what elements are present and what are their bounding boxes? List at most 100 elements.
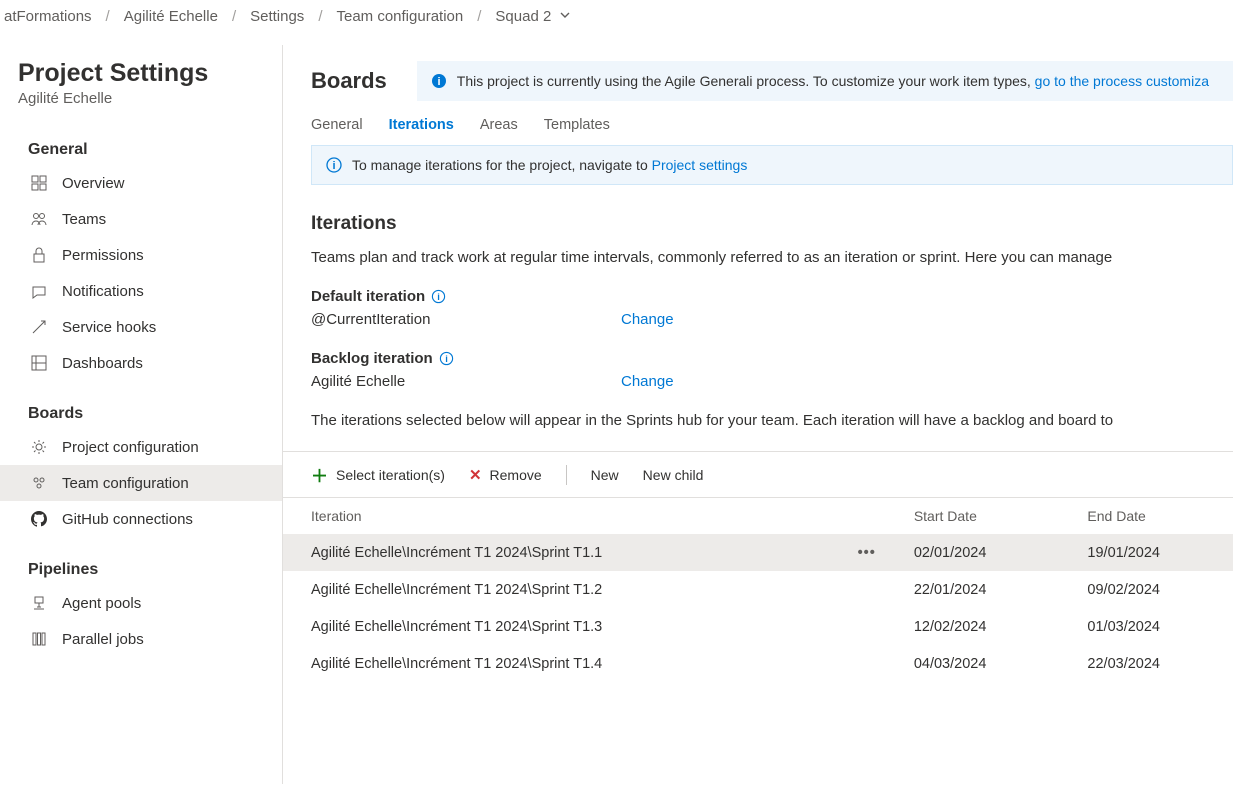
- cell-iteration: Agilité Echelle\Incrément T1 2024\Sprint…: [283, 571, 830, 608]
- tab-iterations[interactable]: Iterations: [389, 117, 454, 135]
- change-default-iteration-button[interactable]: Change: [621, 311, 674, 328]
- sidebar-item-notifications[interactable]: Notifications: [0, 273, 282, 309]
- tabs: General Iterations Areas Templates: [283, 101, 1233, 145]
- section-description: Teams plan and track work at regular tim…: [311, 249, 1205, 266]
- sidebar-item-github-connections[interactable]: GitHub connections: [0, 501, 282, 537]
- table-row[interactable]: Agilité Echelle\Incrément T1 2024\Sprint…: [283, 645, 1233, 682]
- cell-end-date: 09/02/2024: [1059, 571, 1233, 608]
- teams-icon: [30, 210, 48, 228]
- tab-areas[interactable]: Areas: [480, 117, 518, 135]
- info-icon[interactable]: i: [431, 289, 446, 304]
- sidebar-item-service-hooks[interactable]: Service hooks: [0, 309, 282, 345]
- sidebar-item-team-configuration[interactable]: Team configuration: [0, 465, 282, 501]
- cell-start-date: 22/01/2024: [886, 571, 1060, 608]
- breadcrumb: atFormations / Agilité Echelle / Setting…: [0, 0, 1233, 45]
- gear-icon: [30, 438, 48, 456]
- toolbar-label: New child: [643, 467, 704, 483]
- sidebar-group-general: General: [0, 133, 282, 165]
- dashboards-icon: [30, 354, 48, 372]
- tab-templates[interactable]: Templates: [544, 117, 610, 135]
- change-backlog-iteration-button[interactable]: Change: [621, 373, 674, 390]
- backlog-iteration-value: Agilité Echelle: [311, 373, 621, 390]
- content-title: Boards: [311, 68, 387, 94]
- iterations-selected-description: The iterations selected below will appea…: [311, 412, 1205, 429]
- main-content: Boards i This project is currently using…: [283, 45, 1233, 784]
- cell-start-date: 12/02/2024: [886, 608, 1060, 645]
- chevron-down-icon: [559, 8, 571, 25]
- nav-label: Permissions: [62, 247, 144, 264]
- close-icon: ✕: [469, 466, 482, 484]
- project-subtitle: Agilité Echelle: [0, 90, 282, 133]
- iterations-table: Iteration Start Date End Date Agilité Ec…: [283, 498, 1233, 682]
- sidebar-item-agent-pools[interactable]: Agent pools: [0, 585, 282, 621]
- cell-iteration: Agilité Echelle\Incrément T1 2024\Sprint…: [283, 645, 830, 682]
- notifications-icon: [30, 282, 48, 300]
- cell-end-date: 01/03/2024: [1059, 608, 1233, 645]
- sidebar-item-permissions[interactable]: Permissions: [0, 237, 282, 273]
- nav-label: Dashboards: [62, 355, 143, 372]
- sidebar-item-project-configuration[interactable]: Project configuration: [0, 429, 282, 465]
- nav-label: GitHub connections: [62, 511, 193, 528]
- cell-actions: [830, 571, 886, 608]
- section-header: Iterations: [311, 213, 1205, 235]
- table-row[interactable]: Agilité Echelle\Incrément T1 2024\Sprint…: [283, 534, 1233, 571]
- page-title: Project Settings: [0, 49, 282, 90]
- more-icon[interactable]: •••: [858, 545, 876, 561]
- cell-iteration: Agilité Echelle\Incrément T1 2024\Sprint…: [283, 608, 830, 645]
- nav-label: Notifications: [62, 283, 144, 300]
- breadcrumb-separator: /: [232, 8, 236, 25]
- sidebar-item-dashboards[interactable]: Dashboards: [0, 345, 282, 381]
- tab-general[interactable]: General: [311, 117, 363, 135]
- sidebar-group-boards: Boards: [0, 397, 282, 429]
- nav-label: Parallel jobs: [62, 631, 144, 648]
- breadcrumb-item[interactable]: atFormations: [4, 8, 92, 25]
- svg-text:i: i: [437, 292, 440, 302]
- info-icon: i: [431, 73, 447, 89]
- breadcrumb-item[interactable]: Settings: [250, 8, 304, 25]
- select-iterations-button[interactable]: ＋ Select iteration(s): [311, 462, 445, 487]
- backlog-iteration-label: Backlog iteration: [311, 350, 433, 367]
- project-settings-link[interactable]: Project settings: [652, 157, 748, 173]
- manage-iterations-banner: i To manage iterations for the project, …: [311, 145, 1233, 185]
- process-customization-link[interactable]: go to the process customiza: [1035, 73, 1209, 89]
- info-icon[interactable]: i: [439, 351, 454, 366]
- cell-end-date: 19/01/2024: [1059, 534, 1233, 571]
- banner-text: To manage iterations for the project, na…: [352, 157, 747, 173]
- nav-label: Team configuration: [62, 475, 189, 492]
- table-header-start-date[interactable]: Start Date: [886, 498, 1060, 534]
- toolbar-label: Select iteration(s): [336, 467, 445, 483]
- breadcrumb-separator: /: [477, 8, 481, 25]
- banner-text: This project is currently using the Agil…: [457, 73, 1209, 89]
- cell-actions: [830, 608, 886, 645]
- agent-pools-icon: [30, 594, 48, 612]
- table-row[interactable]: Agilité Echelle\Incrément T1 2024\Sprint…: [283, 571, 1233, 608]
- nav-label: Overview: [62, 175, 125, 192]
- breadcrumb-item[interactable]: Team configuration: [336, 8, 463, 25]
- sidebar-item-teams[interactable]: Teams: [0, 201, 282, 237]
- toolbar-divider: [566, 465, 567, 485]
- plus-icon: ＋: [311, 462, 328, 487]
- remove-button[interactable]: ✕ Remove: [469, 466, 542, 484]
- default-iteration-value: @CurrentIteration: [311, 311, 621, 328]
- cell-actions: •••: [830, 534, 886, 571]
- breadcrumb-item-current[interactable]: Squad 2: [495, 8, 571, 25]
- table-row[interactable]: Agilité Echelle\Incrément T1 2024\Sprint…: [283, 608, 1233, 645]
- cell-start-date: 04/03/2024: [886, 645, 1060, 682]
- table-header-end-date[interactable]: End Date: [1059, 498, 1233, 534]
- toolbar-label: Remove: [490, 467, 542, 483]
- sidebar: Project Settings Agilité Echelle General…: [0, 45, 283, 784]
- breadcrumb-separator: /: [106, 8, 110, 25]
- new-child-button[interactable]: New child: [643, 467, 704, 483]
- breadcrumb-current-label: Squad 2: [495, 8, 551, 25]
- nav-label: Agent pools: [62, 595, 141, 612]
- sidebar-item-overview[interactable]: Overview: [0, 165, 282, 201]
- sidebar-item-parallel-jobs[interactable]: Parallel jobs: [0, 621, 282, 657]
- svg-text:i: i: [437, 76, 440, 88]
- breadcrumb-item[interactable]: Agilité Echelle: [124, 8, 218, 25]
- table-header-iteration[interactable]: Iteration: [283, 498, 830, 534]
- cell-actions: [830, 645, 886, 682]
- team-config-icon: [30, 474, 48, 492]
- cell-iteration: Agilité Echelle\Incrément T1 2024\Sprint…: [283, 534, 830, 571]
- cell-start-date: 02/01/2024: [886, 534, 1060, 571]
- new-button[interactable]: New: [591, 467, 619, 483]
